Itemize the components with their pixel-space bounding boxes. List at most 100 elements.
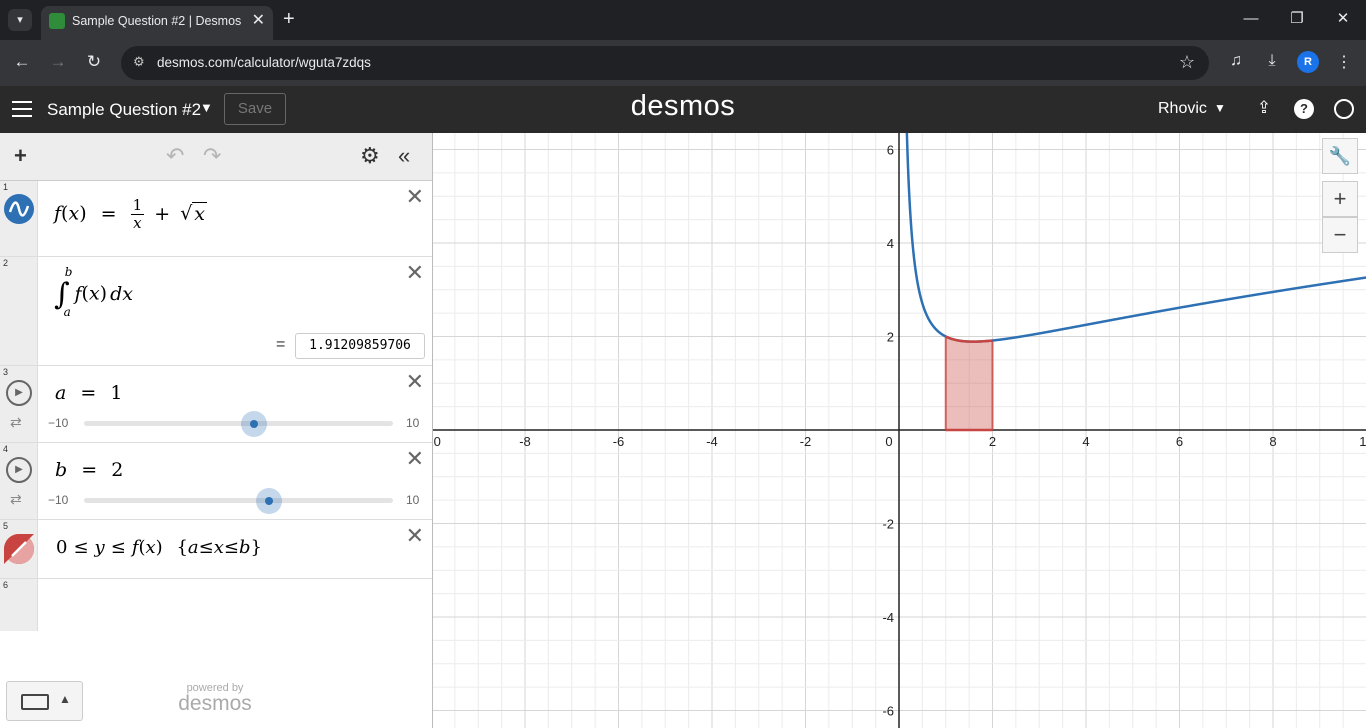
expression-item[interactable]: 2 ∫abf(x) dx = 1.91209859706 ✕: [0, 257, 432, 366]
x-tick-label: 2: [989, 434, 996, 449]
x-tick-label: 0: [885, 434, 892, 449]
delete-expression-icon[interactable]: ✕: [406, 261, 424, 285]
expression-index: 1: [3, 182, 9, 192]
user-dropdown-icon[interactable]: ▼: [1214, 101, 1226, 115]
tab-close-icon[interactable]: ✕: [252, 12, 265, 30]
media-controls-icon[interactable]: ♫: [1224, 52, 1248, 70]
x-tick-label: -6: [613, 434, 625, 449]
forward-icon[interactable]: →: [45, 51, 71, 73]
keypad-toggle-button[interactable]: ▲: [6, 681, 83, 721]
minimize-button[interactable]: —: [1236, 8, 1266, 30]
address-bar[interactable]: ⚙ desmos.com/calculator/wguta7zdqs ☆: [121, 46, 1209, 80]
browser-toolbar: ← → ↻ ⚙ desmos.com/calculator/wguta7zdqs…: [0, 40, 1366, 86]
slider-value[interactable]: 1: [110, 382, 122, 404]
title-dropdown-icon[interactable]: ▼: [200, 100, 213, 115]
expression-math[interactable]: 0 ≤ y ≤ f(x) {a≤x≤b}: [56, 537, 262, 558]
delete-expression-icon[interactable]: ✕: [406, 370, 424, 394]
slider-max[interactable]: 10: [406, 416, 419, 430]
tab-title: Sample Question #2 | Desmos: [72, 14, 242, 28]
slider-max[interactable]: 10: [406, 493, 419, 507]
y-tick-label: 6: [887, 143, 894, 158]
user-name[interactable]: Rhovic: [1158, 100, 1207, 118]
loop-icon[interactable]: ⇄: [10, 491, 22, 508]
graph-paper[interactable]: -10 -8 -6 -4 -2 0 2 4 6 8 10 6 4 2 -2 -4 -6 🔧 + −: [433, 133, 1366, 728]
integral-result-value: 1.91209859706: [295, 333, 425, 359]
redo-icon[interactable]: ↷: [203, 144, 221, 168]
delete-expression-icon[interactable]: ✕: [406, 524, 424, 548]
expression-toolbar: + ↶ ↷ ⚙ «: [0, 133, 432, 181]
expression-panel: + ↶ ↷ ⚙ « 1 f(x) = 1 x + √ x ✕ 2 ∫abf(x)…: [0, 133, 433, 728]
new-tab-button[interactable]: +: [283, 8, 295, 30]
browser-menu-icon[interactable]: ⋮: [1332, 52, 1356, 72]
expression-index: 2: [3, 258, 9, 268]
expression-gutter: 2: [0, 257, 38, 365]
wrench-icon[interactable]: 🔧: [1322, 138, 1358, 174]
desmos-favicon: [49, 13, 65, 29]
x-tick-label: 6: [1176, 434, 1183, 449]
slider-min[interactable]: −10: [48, 416, 68, 430]
browser-tab[interactable]: Sample Question #2 | Desmos ✕: [41, 6, 273, 40]
expression-math[interactable]: a = 1: [55, 382, 122, 404]
slider-knob-dot: [250, 420, 258, 428]
chevron-up-icon: ▲: [59, 692, 71, 706]
slider-track[interactable]: [84, 498, 393, 503]
x-tick-label: -8: [519, 434, 531, 449]
slider-min[interactable]: −10: [48, 493, 68, 507]
slider-variable: b: [55, 459, 68, 481]
loop-icon[interactable]: ⇄: [10, 414, 22, 431]
x-tick-label: -10: [433, 434, 441, 449]
zoom-out-button[interactable]: −: [1322, 217, 1358, 253]
save-button[interactable]: Save: [224, 93, 286, 125]
play-icon[interactable]: ▶: [6, 380, 32, 406]
y-tick-label: -6: [882, 704, 894, 719]
add-expression-button[interactable]: +: [14, 144, 27, 168]
back-icon[interactable]: ←: [9, 51, 35, 73]
x-tick-label: 10: [1359, 434, 1366, 449]
delete-expression-icon[interactable]: ✕: [406, 447, 424, 471]
window-close-button[interactable]: ✕: [1328, 8, 1358, 30]
expression-gutter: 3 ▶ ⇄: [0, 366, 38, 442]
expression-math[interactable]: f(x) = 1 x + √ x: [54, 197, 208, 232]
graph-title[interactable]: Sample Question #2: [47, 100, 201, 120]
browser-tab-bar: ▾ Sample Question #2 | Desmos ✕ + — ❐ ✕: [0, 0, 1366, 40]
profile-avatar[interactable]: R: [1297, 51, 1319, 73]
undo-icon[interactable]: ↶: [166, 144, 184, 168]
hamburger-menu-icon[interactable]: [12, 101, 32, 117]
share-icon[interactable]: ⇪: [1253, 98, 1275, 118]
y-tick-label: 2: [887, 330, 894, 345]
play-icon[interactable]: ▶: [6, 457, 32, 483]
graph-canvas[interactable]: -10 -8 -6 -4 -2 0 2 4 6 8 10 6 4 2 -2 -4 -6: [433, 133, 1366, 728]
expression-math[interactable]: b = 2: [55, 459, 123, 481]
collapse-panel-icon[interactable]: «: [398, 144, 410, 168]
bookmark-star-icon[interactable]: ☆: [1179, 52, 1195, 73]
gear-icon[interactable]: ⚙: [360, 144, 380, 168]
expression-item[interactable]: 1 f(x) = 1 x + √ x ✕: [0, 181, 432, 257]
keyboard-icon: [21, 694, 49, 710]
url-text[interactable]: desmos.com/calculator/wguta7zdqs: [157, 55, 371, 70]
help-icon[interactable]: ?: [1294, 99, 1314, 119]
slider-expression-b[interactable]: 4 ▶ ⇄ b = 2 −10 10 ✕: [0, 443, 432, 520]
shading-color-icon[interactable]: [4, 534, 34, 564]
expression-item[interactable]: 5 0 ≤ y ≤ f(x) {a≤x≤b} ✕: [0, 520, 432, 579]
download-icon[interactable]: ⤓: [1260, 52, 1284, 70]
function-curve: [905, 133, 1366, 343]
language-globe-icon[interactable]: [1334, 99, 1354, 119]
expression-math[interactable]: ∫abf(x) dx: [54, 265, 133, 319]
reload-icon[interactable]: ↻: [81, 51, 107, 73]
zoom-in-button[interactable]: +: [1322, 181, 1358, 217]
tab-search-button[interactable]: ▾: [8, 9, 32, 31]
delete-expression-icon[interactable]: ✕: [406, 185, 424, 209]
desmos-logo: desmos: [630, 90, 736, 122]
graph-color-icon[interactable]: [4, 194, 34, 224]
expression-gutter: 1: [0, 181, 38, 256]
expression-index: 3: [3, 367, 9, 377]
restore-button[interactable]: ❐: [1282, 8, 1312, 30]
site-info-icon[interactable]: ⚙: [133, 54, 145, 70]
slider-value[interactable]: 2: [111, 459, 123, 481]
powered-by-desmos[interactable]: powered by desmos: [150, 682, 280, 716]
slider-track[interactable]: [84, 421, 393, 426]
slider-variable: a: [55, 382, 67, 404]
y-tick-label: 4: [887, 236, 894, 251]
slider-expression-a[interactable]: 3 ▶ ⇄ a = 1 −10 10 ✕: [0, 366, 432, 443]
empty-expression[interactable]: 6: [0, 579, 432, 631]
